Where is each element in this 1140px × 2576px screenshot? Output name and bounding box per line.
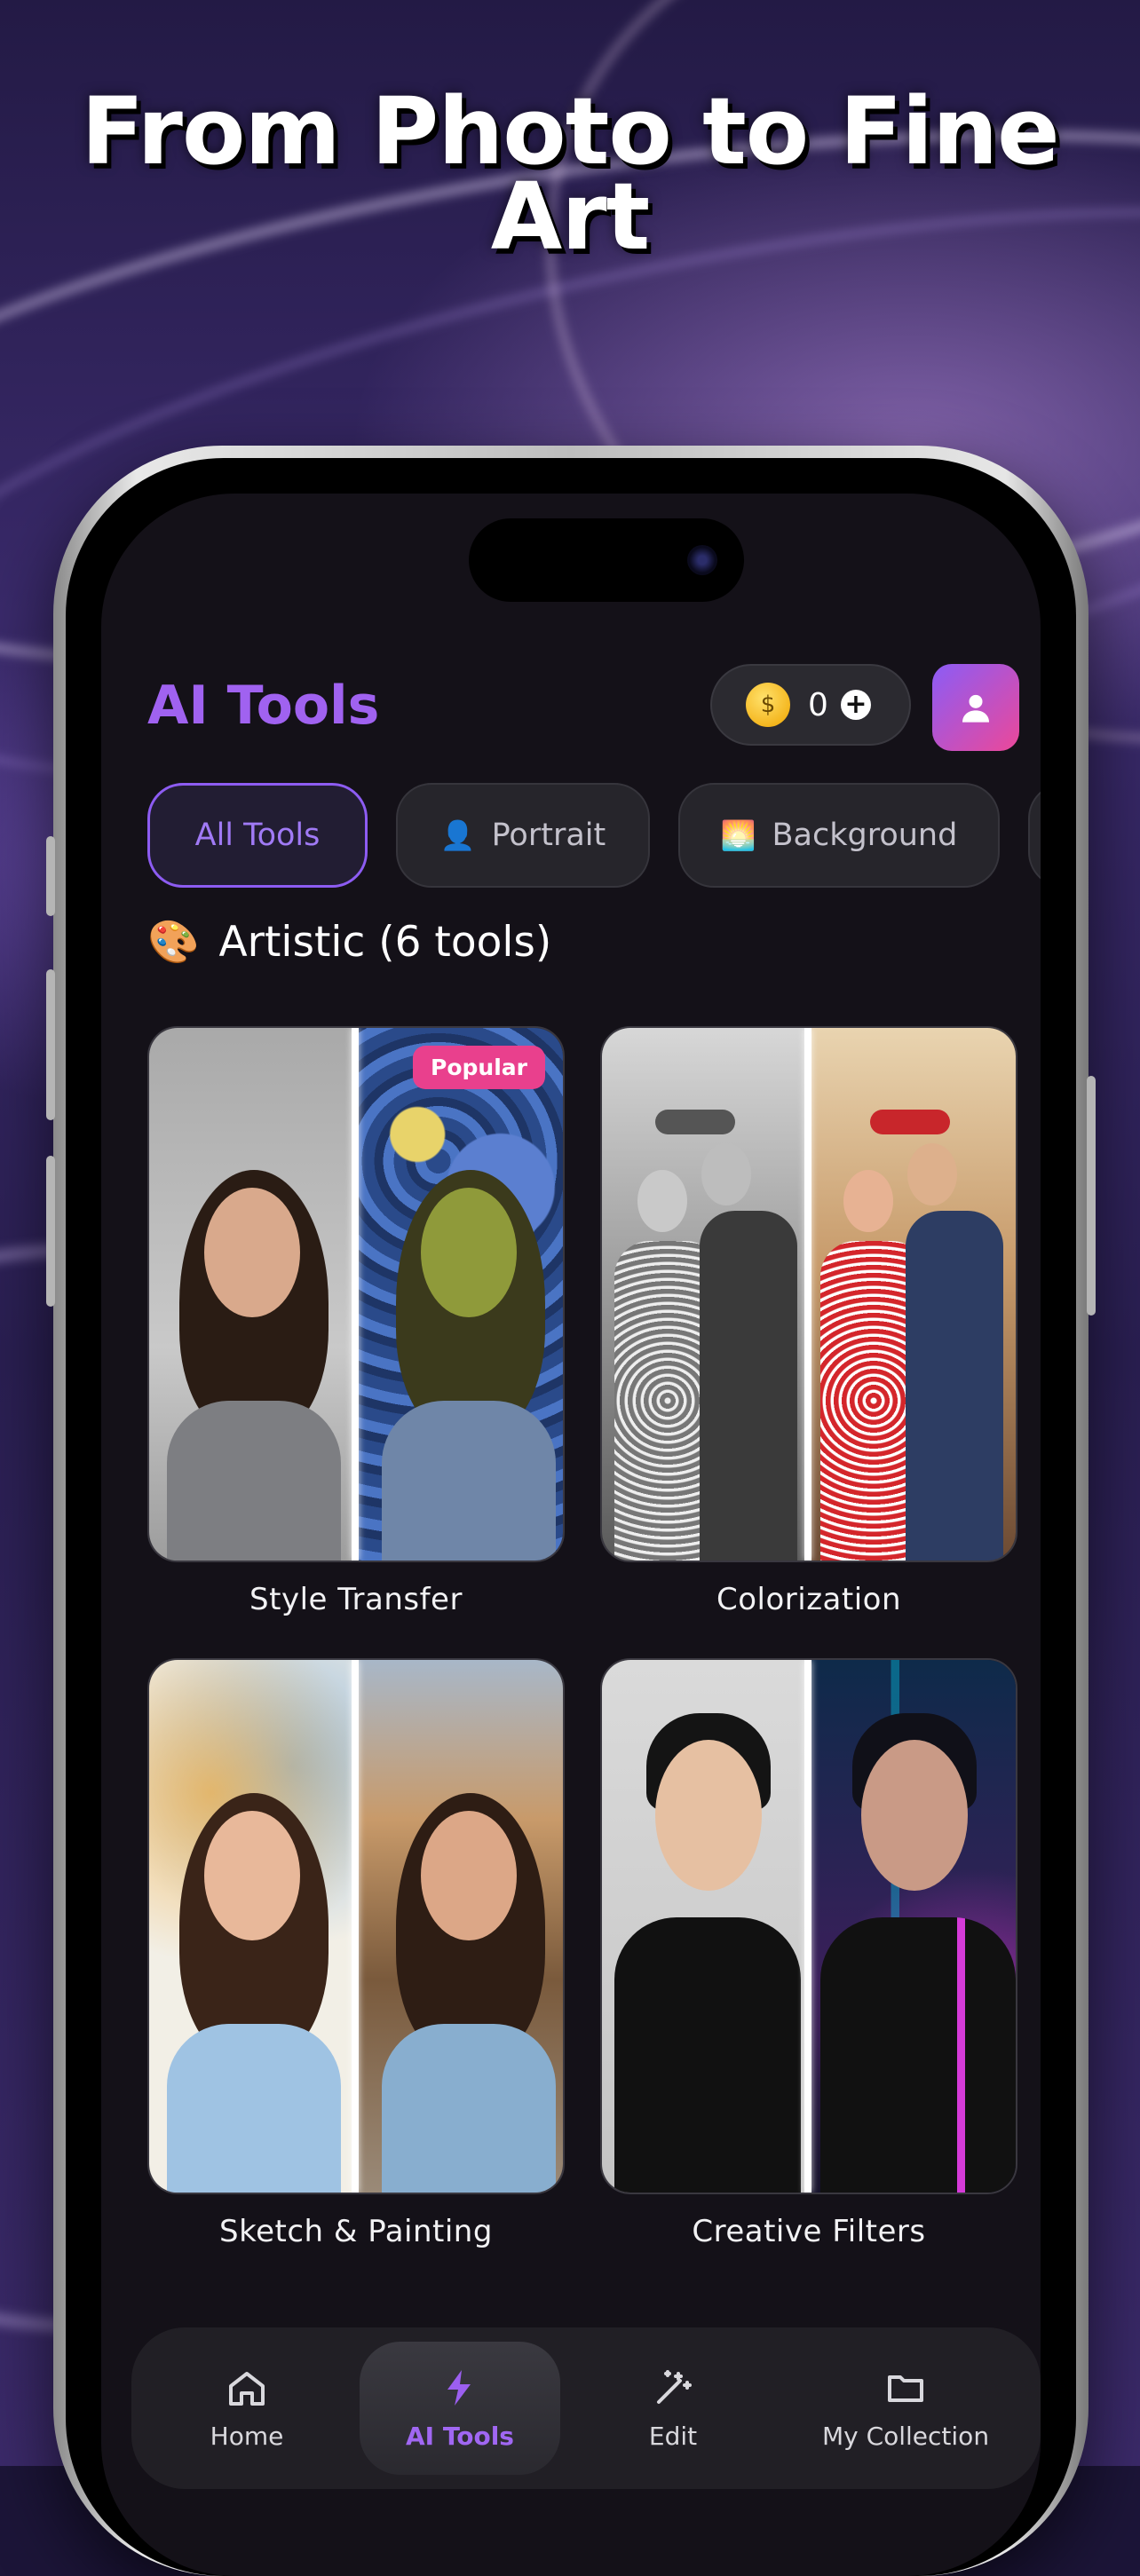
chip-portrait[interactable]: 👤 Portrait: [396, 783, 650, 888]
popular-badge: Popular: [413, 1046, 545, 1089]
tool-card-style-transfer[interactable]: Popular Style Transfer: [147, 1026, 565, 1617]
chip-background[interactable]: 🌅 Background: [678, 783, 1000, 888]
landscape-icon: 🌅: [720, 818, 756, 852]
hero-headline: From Photo to Fine Art: [0, 77, 1140, 271]
tool-card-colorization[interactable]: Colorization: [600, 1026, 1017, 1617]
tool-name: Style Transfer: [249, 1582, 463, 1617]
camera-icon: [687, 545, 717, 575]
section-title: Artistic (6 tools): [218, 918, 552, 967]
nav-label: AI Tools: [406, 2421, 514, 2451]
hero-line-1: From Photo to Fine: [81, 77, 1059, 186]
coin-balance-button[interactable]: $ 0 +: [710, 664, 911, 746]
hero-line-2: Art: [490, 162, 651, 271]
folder-icon: [888, 2375, 923, 2402]
plus-icon: +: [840, 690, 871, 720]
nav-my-collection[interactable]: My Collection: [786, 2342, 1025, 2475]
bottom-nav: Home AI Tools Edit My Collection: [131, 2327, 1041, 2489]
phone-frame: AI Tools $ 0 + All Tools 👤 Portrait 🌅 Ba…: [46, 446, 1096, 2576]
colorization-preview: [600, 1026, 1017, 1562]
tool-card-creative-filters[interactable]: Creative Filters: [600, 1658, 1017, 2249]
tool-name: Sketch & Painting: [219, 2214, 493, 2249]
home-icon: [229, 2371, 265, 2406]
nav-label: Edit: [648, 2421, 698, 2451]
nav-label: My Collection: [821, 2421, 990, 2451]
profile-button[interactable]: [932, 664, 1019, 751]
tool-name: Creative Filters: [692, 2214, 926, 2249]
user-icon: [962, 694, 989, 723]
magic-wand-icon: [657, 2369, 692, 2404]
sketch-painting-preview: [147, 1658, 565, 2194]
money-bag-icon: $: [746, 683, 790, 727]
page-title: AI Tools: [147, 675, 380, 737]
palette-icon: 🎨: [147, 918, 200, 967]
dynamic-island: [469, 518, 744, 602]
nav-ai-tools[interactable]: AI Tools: [360, 2342, 560, 2475]
nav-label: Home: [210, 2421, 284, 2451]
chip-more[interactable]: [1028, 783, 1041, 888]
chip-label: Background: [772, 818, 958, 853]
chip-label: Portrait: [491, 818, 606, 853]
nav-edit[interactable]: Edit: [573, 2342, 773, 2475]
nav-home[interactable]: Home: [146, 2342, 347, 2475]
person-icon: 👤: [439, 818, 476, 852]
coin-count: 0: [808, 686, 828, 723]
bolt-icon: [447, 2369, 471, 2406]
chip-label: All Tools: [194, 818, 321, 853]
creative-filters-preview: [600, 1658, 1017, 2194]
app-screen: AI Tools $ 0 + All Tools 👤 Portrait 🌅 Ba…: [101, 494, 1041, 2576]
chip-all-tools[interactable]: All Tools: [147, 783, 368, 888]
tool-name: Colorization: [716, 1582, 902, 1617]
section-heading: 🎨 Artistic (6 tools): [147, 918, 551, 967]
category-chips: All Tools 👤 Portrait 🌅 Background: [147, 783, 1041, 888]
style-transfer-preview: Popular: [147, 1026, 565, 1562]
tool-card-sketch-painting[interactable]: Sketch & Painting: [147, 1658, 565, 2249]
